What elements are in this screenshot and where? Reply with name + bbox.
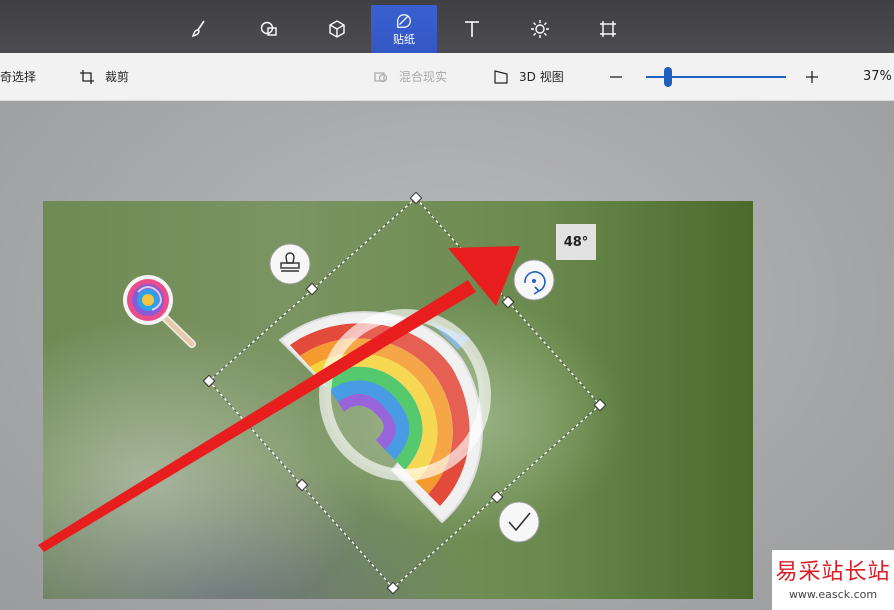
stamp-button[interactable] — [269, 243, 311, 285]
sticker-overlay — [38, 191, 607, 595]
watermark-text: 易采站长站 — [775, 560, 891, 585]
rotation-ring[interactable] — [319, 309, 491, 481]
rotation-angle-badge: 48° — [556, 224, 596, 260]
watermark-url: www.easck.com — [788, 588, 878, 601]
confirm-button[interactable] — [498, 501, 540, 543]
rotate-button[interactable] — [513, 259, 555, 301]
watermark: 易采站长站 www.easck.com — [772, 550, 894, 610]
lollipop-sticker[interactable] — [123, 275, 196, 348]
